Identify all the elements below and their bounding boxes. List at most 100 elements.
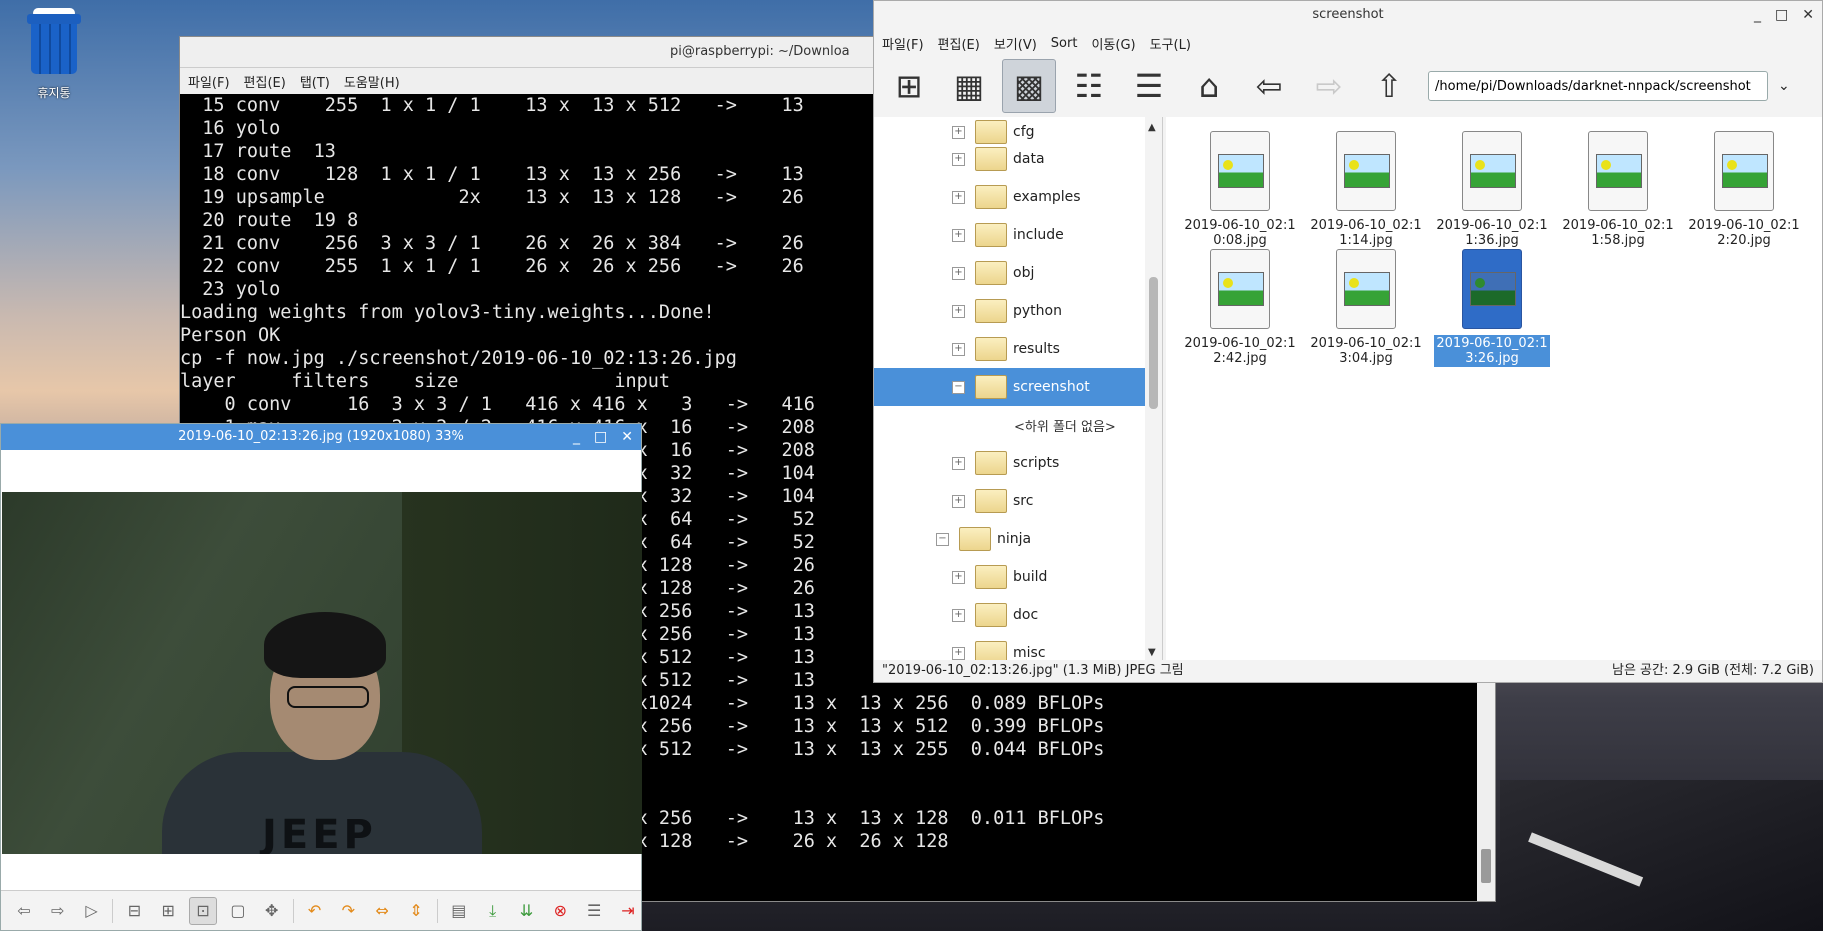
collapse-icon[interactable]: −	[936, 532, 949, 546]
tree-item[interactable]: + scripts	[874, 444, 1145, 482]
terminal-menu-help[interactable]: 도움말(H)	[344, 72, 400, 91]
maximize-icon[interactable]: □	[1775, 1, 1788, 29]
tree-item[interactable]: + results	[874, 330, 1145, 368]
file-item[interactable]: 2019-06-10_02:1 1:58.jpg	[1556, 117, 1680, 249]
expand-icon[interactable]: +	[952, 152, 965, 166]
tree-item[interactable]: + doc	[874, 596, 1145, 634]
save-as-icon[interactable]: ⇊	[514, 898, 540, 924]
fm-title: screenshot	[1312, 7, 1384, 22]
scroll-up-icon[interactable]: ▲	[1148, 122, 1156, 133]
collapse-icon[interactable]: −	[952, 380, 965, 394]
trash-desktop-icon[interactable]: 휴지통	[18, 8, 90, 101]
expand-icon[interactable]: +	[952, 125, 965, 139]
file-name: 2019-06-10_02:1 1:58.jpg	[1562, 218, 1674, 248]
fit-icon[interactable]: ⊡	[189, 896, 217, 925]
tree-item[interactable]: + build	[874, 558, 1145, 596]
tree-item[interactable]: + include	[874, 216, 1145, 254]
expand-icon[interactable]: +	[952, 570, 965, 584]
folder-icon	[975, 299, 1007, 323]
tree-item-label: doc	[1013, 607, 1039, 623]
fm-menu-sort[interactable]: Sort	[1051, 36, 1078, 51]
view-compact-icon[interactable]: ☷	[1062, 59, 1116, 113]
file-item[interactable]: 2019-06-10_02:1 1:36.jpg	[1430, 117, 1554, 249]
forward-icon[interactable]: ⇨	[45, 898, 71, 924]
forward-icon[interactable]: ⇨	[1302, 59, 1356, 113]
fm-menu-view[interactable]: 보기(V)	[994, 34, 1037, 53]
terminal-menu-tab[interactable]: 탭(T)	[300, 72, 330, 91]
tree-item[interactable]: + examples	[874, 178, 1145, 216]
file-item[interactable]: 2019-06-10_02:1 3:26.jpg	[1430, 235, 1554, 367]
file-item[interactable]: 2019-06-10_02:1 2:42.jpg	[1178, 235, 1302, 367]
tree-item[interactable]: + misc	[874, 634, 1145, 661]
tree-item-label: cfg	[1013, 124, 1035, 140]
file-item[interactable]: 2019-06-10_02:1 3:04.jpg	[1304, 235, 1428, 367]
view-thumbnails-icon[interactable]: ▩	[1002, 59, 1056, 113]
tree-scroll-thumb[interactable]	[1149, 277, 1158, 409]
rotate-left-icon[interactable]: ↶	[302, 898, 328, 924]
maximize-icon[interactable]: □	[594, 424, 607, 450]
flip-vertical-icon[interactable]: ⇕	[403, 898, 429, 924]
chevron-down-icon[interactable]: ⌄	[1778, 78, 1790, 94]
save-icon[interactable]: ⤓	[480, 898, 506, 924]
file-manager-window[interactable]: screenshot _ □ ✕ 파일(F) 편집(E) 보기(V) Sort …	[873, 0, 1823, 683]
image-viewer-window[interactable]: 2019-06-10_02:13:26.jpg (1920x1080) 33% …	[0, 423, 642, 931]
tree-item[interactable]: + cfg	[874, 117, 1145, 151]
fullscreen-icon[interactable]: ✥	[259, 898, 285, 924]
tree-item[interactable]: − screenshot	[874, 368, 1145, 406]
minimize-icon[interactable]: _	[573, 424, 580, 450]
flip-horizontal-icon[interactable]: ⇔	[369, 898, 395, 924]
folder-tree[interactable]: + misc + doc + build − ninja + src + scripts <하위 폴더 …	[874, 117, 1163, 661]
rotate-right-icon[interactable]: ↷	[335, 898, 361, 924]
expand-icon[interactable]: +	[952, 608, 965, 622]
tree-item[interactable]: + obj	[874, 254, 1145, 292]
fm-menu-file[interactable]: 파일(F)	[882, 34, 924, 53]
play-icon[interactable]: ▷	[79, 898, 105, 924]
fm-menu-go[interactable]: 이동(G)	[1091, 34, 1135, 53]
file-item[interactable]: 2019-06-10_02:1 2:20.jpg	[1682, 117, 1806, 249]
tree-item-label: include	[1013, 227, 1064, 243]
expand-icon[interactable]: +	[952, 456, 965, 470]
image-file-icon	[1714, 131, 1774, 211]
minimize-icon[interactable]: _	[1754, 1, 1761, 29]
zoom-out-icon[interactable]: ⊟	[121, 898, 147, 924]
close-icon[interactable]: ✕	[621, 424, 633, 450]
file-item[interactable]: 2019-06-10_02:1 0:08.jpg	[1178, 117, 1302, 249]
scroll-down-icon[interactable]: ▼	[1148, 647, 1156, 658]
expand-icon[interactable]: +	[952, 228, 965, 242]
home-icon[interactable]: ⌂	[1182, 59, 1236, 113]
expand-icon[interactable]: +	[952, 304, 965, 318]
terminal-scroll-thumb[interactable]	[1481, 849, 1491, 883]
open-icon[interactable]: ▤	[446, 898, 472, 924]
tree-item-label: obj	[1013, 265, 1035, 281]
terminal-menu-edit[interactable]: 편집(E)	[244, 72, 286, 91]
expand-icon[interactable]: +	[952, 190, 965, 204]
expand-icon[interactable]: +	[952, 266, 965, 280]
new-window-icon[interactable]: ⊞	[882, 59, 936, 113]
delete-icon[interactable]: ⊗	[547, 898, 573, 924]
exit-icon[interactable]: ⇥	[615, 898, 641, 924]
terminal-menu-file[interactable]: 파일(F)	[188, 72, 230, 91]
file-grid[interactable]: 2019-06-10_02:1 0:08.jpg 2019-06-10_02:1 1:…	[1166, 117, 1822, 661]
zoom-in-icon[interactable]: ⊞	[155, 898, 181, 924]
view-list-icon[interactable]: ☰	[1122, 59, 1176, 113]
close-icon[interactable]: ✕	[1802, 1, 1814, 29]
file-name: 2019-06-10_02:1 2:20.jpg	[1688, 218, 1800, 248]
tree-item[interactable]: + src	[874, 482, 1145, 520]
file-item[interactable]: 2019-06-10_02:1 1:14.jpg	[1304, 117, 1428, 249]
original-size-icon[interactable]: ▢	[225, 898, 251, 924]
path-input[interactable]	[1428, 71, 1768, 101]
fm-menu-edit[interactable]: 편집(E)	[938, 34, 980, 53]
up-icon[interactable]: ⇧	[1362, 59, 1416, 113]
file-name: 2019-06-10_02:1 3:26.jpg	[1434, 335, 1550, 367]
expand-icon[interactable]: +	[952, 342, 965, 356]
back-icon[interactable]: ⇦	[1242, 59, 1296, 113]
preferences-icon[interactable]: ☰	[581, 898, 607, 924]
view-icons-icon[interactable]: ▦	[942, 59, 996, 113]
expand-icon[interactable]: +	[952, 646, 965, 660]
expand-icon[interactable]: +	[952, 494, 965, 508]
back-icon[interactable]: ⇦	[11, 898, 37, 924]
fm-menu-tools[interactable]: 도구(L)	[1150, 34, 1191, 53]
tree-item[interactable]: + python	[874, 292, 1145, 330]
tree-scrollbar[interactable]: ▲ ▼	[1145, 117, 1162, 661]
tree-item[interactable]: − ninja	[874, 520, 1145, 558]
